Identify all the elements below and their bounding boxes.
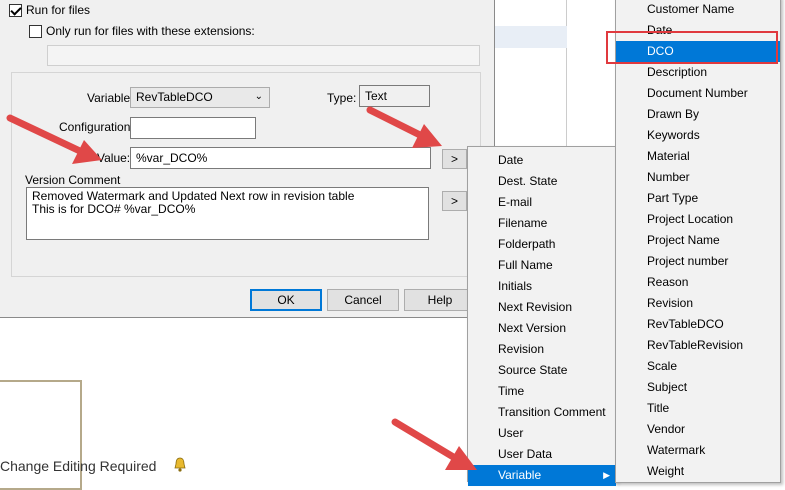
menu-item-folderpath[interactable]: Folderpath	[468, 234, 616, 255]
menu-item-user[interactable]: User	[468, 423, 616, 444]
run-for-files-label: Run for files	[26, 3, 91, 17]
chevron-down-icon: ⌄	[254, 91, 263, 102]
run-for-files-checkbox[interactable]	[9, 4, 22, 17]
menu-item-date[interactable]: Date	[468, 150, 616, 171]
cancel-button[interactable]: Cancel	[327, 289, 399, 311]
variable-item-scale[interactable]: Scale	[616, 356, 780, 377]
variable-item-customer-name[interactable]: Customer Name	[616, 0, 780, 20]
bell-icon	[172, 457, 188, 473]
menu-item-full-name[interactable]: Full Name	[468, 255, 616, 276]
variable-item-title[interactable]: Title	[616, 398, 780, 419]
variable-item-revtablerevision[interactable]: RevTableRevision	[616, 335, 780, 356]
menu-item-next-revision[interactable]: Next Revision	[468, 297, 616, 318]
context-menu-tokens: Date Dest. State E-mail Filename Folderpath F…	[467, 146, 617, 486]
value-text: %var_DCO%	[136, 151, 208, 165]
background-row-highlight	[495, 26, 567, 48]
menu-item-e-mail[interactable]: E-mail	[468, 192, 616, 213]
configuration-input[interactable]	[130, 117, 256, 139]
version-comment-textarea[interactable]: Removed Watermark and Updated Next row i…	[26, 187, 429, 240]
variable-item-number[interactable]: Number	[616, 167, 780, 188]
variable-item-project-name[interactable]: Project Name	[616, 230, 780, 251]
variable-item-description[interactable]: Description	[616, 62, 780, 83]
variable-item-material[interactable]: Material	[616, 146, 780, 167]
arrow-value-icon	[6, 114, 102, 164]
variable-select[interactable]: RevTableDCO ⌄	[130, 87, 270, 108]
arrow-expand-icon	[366, 106, 442, 148]
menu-item-revision[interactable]: Revision	[468, 339, 616, 360]
variable-item-reason[interactable]: Reason	[616, 272, 780, 293]
variable-item-vendor[interactable]: Vendor	[616, 419, 780, 440]
menu-item-next-version[interactable]: Next Version	[468, 318, 616, 339]
menu-item-time[interactable]: Time	[468, 381, 616, 402]
menu-item-source-state[interactable]: Source State	[468, 360, 616, 381]
only-run-ext-label: Only run for files with these extensions…	[46, 24, 255, 38]
variable-item-document-number[interactable]: Document Number	[616, 83, 780, 104]
variable-item-subject[interactable]: Subject	[616, 377, 780, 398]
variable-item-revision[interactable]: Revision	[616, 293, 780, 314]
variable-label: Variable:	[87, 91, 134, 105]
variable-item-drawn-by[interactable]: Drawn By	[616, 104, 780, 125]
variable-item-revtabledco[interactable]: RevTableDCO	[616, 314, 780, 335]
extensions-input[interactable]	[47, 45, 480, 66]
menu-item-filename[interactable]: Filename	[468, 213, 616, 234]
menu-item-user-data[interactable]: User Data	[468, 444, 616, 465]
ok-button[interactable]: OK	[250, 289, 322, 311]
change-editing-label: Change Editing Required	[0, 458, 157, 474]
only-run-ext-checkbox[interactable]	[29, 25, 42, 38]
arrow-variable-icon	[391, 418, 477, 470]
variable-item-weight[interactable]: Weight	[616, 461, 780, 482]
comment-expand-button[interactable]: >	[442, 191, 467, 211]
menu-item-initials[interactable]: Initials	[468, 276, 616, 297]
variable-select-value: RevTableDCO	[136, 90, 213, 104]
help-button[interactable]: Help	[404, 289, 476, 311]
menu-item-dest-state[interactable]: Dest. State	[468, 171, 616, 192]
context-menu-variables: Customer Name Date DCO Description Document …	[615, 0, 781, 483]
version-comment-label: Version Comment	[25, 173, 121, 187]
variable-item-watermark[interactable]: Watermark	[616, 440, 780, 461]
type-label: Type:	[327, 91, 357, 105]
variable-item-keywords[interactable]: Keywords	[616, 125, 780, 146]
dco-highlight-box	[606, 31, 778, 64]
menu-item-transition-comment[interactable]: Transition Comment	[468, 402, 616, 423]
variable-item-part-type[interactable]: Part Type	[616, 188, 780, 209]
variable-item-project-number[interactable]: Project number	[616, 251, 780, 272]
variable-item-project-location[interactable]: Project Location	[616, 209, 780, 230]
